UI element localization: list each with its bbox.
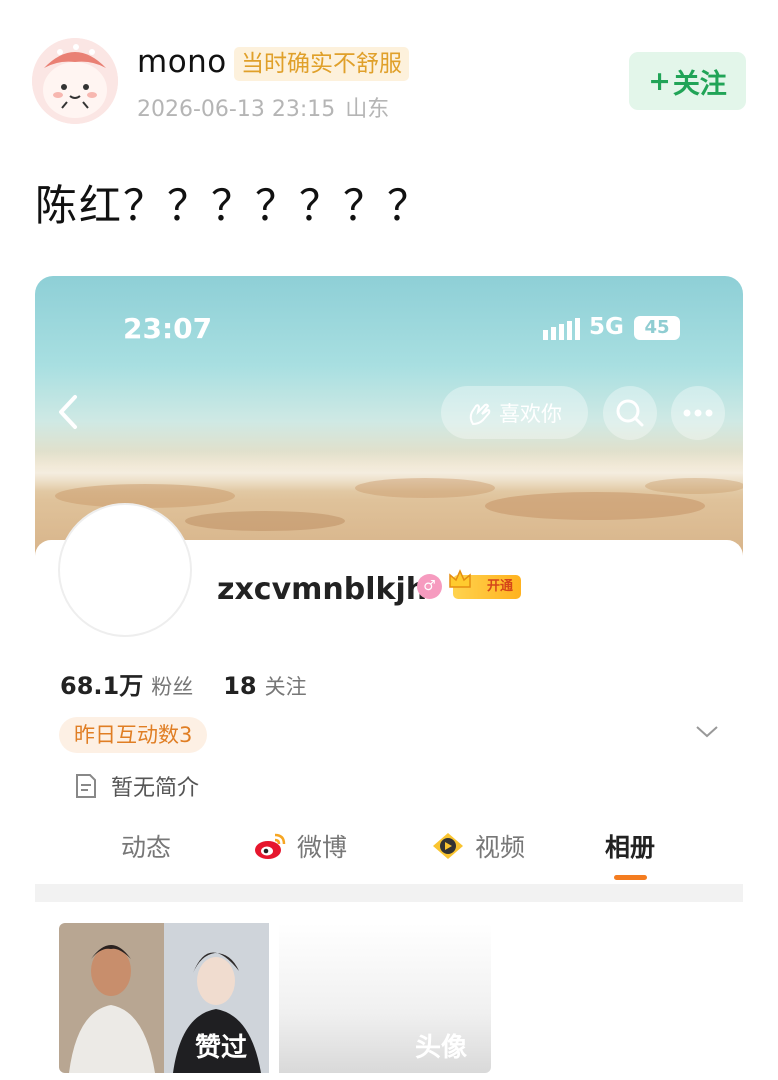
active-tab-indicator: [614, 875, 647, 880]
more-button[interactable]: [671, 386, 725, 440]
album-photo-liked[interactable]: 赞过: [59, 923, 269, 1073]
liked-photo-label: 赞过: [195, 1033, 248, 1063]
tab-weibo-label: 微博: [297, 833, 348, 862]
section-divider: [35, 884, 743, 902]
tab-weibo[interactable]: 微博: [253, 828, 347, 864]
album-photo-avatar[interactable]: 头像: [279, 923, 491, 1073]
vip-label: 开通: [486, 579, 513, 594]
more-icon: [683, 409, 713, 417]
back-arrow-icon[interactable]: [53, 394, 83, 430]
video-icon: [433, 833, 463, 859]
profile-avatar[interactable]: [58, 503, 192, 637]
like-you-button[interactable]: 喜欢你: [441, 386, 588, 439]
search-icon: [616, 399, 644, 427]
followers-count[interactable]: 68.1万: [60, 672, 143, 700]
chevron-down-icon[interactable]: [695, 724, 719, 740]
avatar-photo-label: 头像: [415, 1033, 468, 1063]
battery-level: 45: [644, 317, 670, 338]
avatar-illustration: [32, 38, 118, 124]
post-text: 陈红？？？？？？？: [35, 181, 432, 230]
tab-dynamics[interactable]: 动态: [121, 828, 171, 864]
document-icon: [76, 774, 96, 798]
signal-icon: [543, 318, 580, 340]
profile-tabs: 动态 微博 视频 相册: [35, 828, 743, 878]
post-date: 2026-06-13 23:15: [137, 97, 336, 122]
following-label: 关注: [264, 675, 307, 699]
search-button[interactable]: [603, 386, 657, 440]
post-location: 山东: [345, 97, 390, 122]
weibo-icon: [255, 833, 286, 859]
interaction-badge[interactable]: 昨日互动数3: [59, 717, 208, 753]
author-avatar[interactable]: [32, 38, 118, 124]
profile-bio: 暂无简介: [75, 770, 199, 802]
following-count[interactable]: 18: [223, 672, 256, 700]
follow-button[interactable]: + 关注: [629, 52, 746, 110]
status-time: 23:07: [123, 312, 213, 345]
followers-label: 粉丝: [151, 675, 194, 699]
hand-heart-icon: [469, 403, 491, 425]
bio-text: 暂无简介: [111, 776, 200, 801]
tab-album-label: 相册: [605, 833, 656, 862]
tab-video[interactable]: 视频: [431, 828, 525, 864]
author-tag: 当时确实不舒服: [234, 47, 409, 81]
profile-stats: 68.1万 粉丝 18 关注: [60, 666, 307, 701]
tab-album[interactable]: 相册: [605, 828, 655, 864]
verified-badge-icon[interactable]: ♂: [417, 574, 442, 599]
crown-icon: [449, 569, 471, 588]
tab-dynamics-label: 动态: [121, 833, 172, 862]
network-label: 5G: [589, 314, 624, 340]
follow-label: 关注: [672, 68, 727, 100]
post-meta: 2026-06-13 23:15 山东: [137, 91, 389, 123]
embedded-screenshot[interactable]: 23:07 5G 45 喜欢你 zxcvmnblkjh ♂ 开通 68.1万 粉…: [35, 276, 743, 1080]
profile-name: zxcvmnblkjh: [217, 572, 428, 607]
author-username[interactable]: mono: [137, 44, 227, 80]
like-you-label: 喜欢你: [499, 401, 562, 426]
plus-icon: +: [648, 65, 671, 97]
battery-icon: 45: [634, 316, 680, 340]
tab-video-label: 视频: [475, 833, 526, 862]
